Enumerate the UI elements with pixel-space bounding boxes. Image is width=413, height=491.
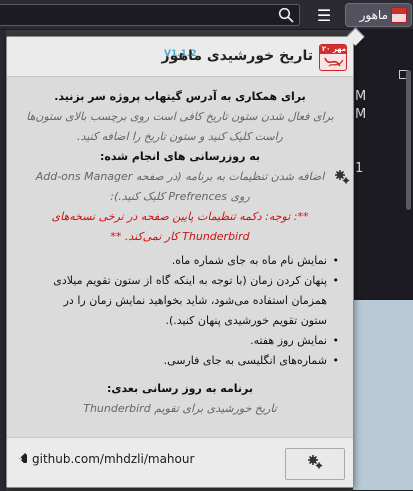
list-item-continuation: همزمان استفاده می‌شود، شاید بخواهید نمای… [63,294,327,307]
logo-text: مهر ۲۰ [320,45,347,54]
next-update-heading: برنامه به روز رسانی بعدی: [106,382,254,395]
background-message-list: M M 1 [353,30,413,491]
warning-text-line: Thunderbird کار نمی‌کند. ** [110,230,250,243]
settings-note: اضافه شدن تنظیمات به برنامه (در صفحه Add… [15,167,350,247]
mahour-extension-button[interactable]: ماهور [345,3,412,27]
warning-text-line: **: توجه: دکمه تنظیمات پایین صفحه در نرخ… [51,210,309,223]
popup-content: برای همکاری به آدرس گیتهاب پروژه سر بزنی… [15,87,350,419]
github-link[interactable]: github.com/mhdzli/mahour [32,452,194,466]
settings-button[interactable] [285,448,345,480]
intro-text-line: راست کلیک کنید و ستون تاریخ را اضافه کنی… [77,130,283,143]
menu-icon[interactable]: ☰ [312,4,336,26]
popup-header: مهر ۲۰ تاریخ خورشیدی ماهور V1.1.2 [7,37,353,77]
settings-text-line: روی Prefrences کلیک کنید.): [110,190,250,203]
extension-button-label: ماهور [359,8,388,22]
list-item: پنهان کردن زمان (با توجه به اینکه گاه از… [15,271,339,291]
mahour-popup: مهر ۲۰ تاریخ خورشیدی ماهور V1.1.2 برای ه… [6,36,354,488]
settings-text-line: اضافه شدن تنظیمات به برنامه (در صفحه Add… [35,170,325,183]
next-update-item: تاریخ خورشیدی برای تقویم Thunderbird [83,402,277,415]
search-icon[interactable] [274,4,298,26]
gear-icon [307,454,323,474]
background-glyph: M [355,107,367,122]
list-item: نمایش روز هفته. [15,331,339,351]
contribute-heading: برای همکاری به آدرس گیتهاب پروژه سر بزنی… [54,90,306,103]
background-text: M M 1 [355,88,366,178]
version-label: V1.1.2 [164,49,197,59]
list-item: شماره‌های انگلیسی به جای فارسی. [15,351,339,371]
intro-text-line: برای فعال شدن ستون تاریخ کافی است روی بر… [26,110,334,123]
updates-heading: به روزرسانی های انجام شده: [99,150,261,163]
feature-list: نمایش نام ماه به جای شماره ماه. پنهان کر… [15,251,345,371]
app-logo-icon: مهر ۲۰ [319,44,347,71]
github-icon [15,448,31,465]
background-pane [353,300,413,490]
popup-footer: github.com/mhdzli/mahour [7,437,353,487]
background-scrollbar [406,70,411,210]
background-glyph: M [355,89,367,104]
search-input[interactable] [0,4,300,26]
browser-toolbar: ☰ ماهور [0,0,413,30]
app-logo-icon [391,7,407,23]
list-item: نمایش نام ماه به جای شماره ماه. [15,251,339,271]
background-glyph: 1 [355,161,364,176]
list-item-continuation: ستون تقویم خورشیدی پنهان کنید.). [165,314,327,327]
gear-icon [334,169,350,185]
